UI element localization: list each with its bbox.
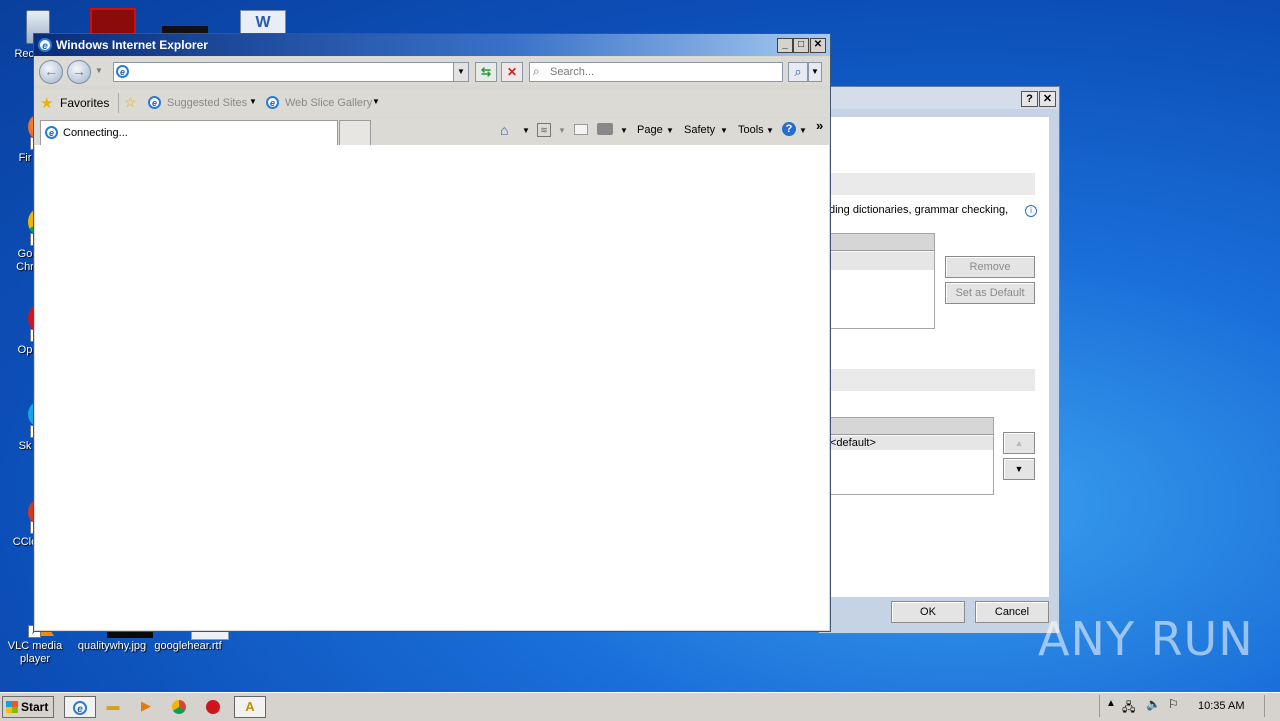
ie-window-title: Windows Internet Explorer bbox=[56, 38, 208, 52]
safety-menu[interactable]: Safety bbox=[684, 124, 715, 136]
favorites-bar: ★ Favorites ☆ e Suggested Sites ▼ e Web … bbox=[34, 89, 830, 117]
ie-titlebar[interactable]: e Windows Internet Explorer _ □ ✕ bbox=[34, 34, 830, 56]
list-selected-row[interactable] bbox=[830, 252, 934, 270]
stop-icon[interactable]: ✕ bbox=[501, 62, 523, 82]
dialog-content-panel: ding dictionaries, grammar checking, i R… bbox=[829, 117, 1049, 597]
page-content-area[interactable] bbox=[35, 145, 829, 630]
network-icon[interactable]: 🖧 bbox=[1122, 698, 1135, 719]
show-hidden-icons[interactable]: ▲ bbox=[1106, 698, 1116, 709]
address-bar[interactable]: e ▼ bbox=[113, 62, 469, 82]
help-icon[interactable]: ? bbox=[782, 122, 796, 136]
desktop-icon-label: googlehear.rtf bbox=[154, 640, 222, 652]
add-to-favorites-icon[interactable]: ☆ bbox=[124, 94, 137, 111]
print-icon[interactable] bbox=[597, 123, 613, 135]
minimize-button[interactable]: _ bbox=[777, 38, 793, 53]
address-dropdown-icon[interactable]: ▼ bbox=[453, 63, 468, 81]
forward-button[interactable]: → bbox=[67, 60, 91, 84]
language-list[interactable]: <default> bbox=[829, 417, 994, 495]
suggested-sites-link[interactable]: Suggested Sites bbox=[167, 97, 247, 109]
volume-icon[interactable]: 🔈 bbox=[1146, 697, 1161, 711]
section-header-bar bbox=[829, 369, 1035, 391]
home-icon[interactable]: ⌂ bbox=[500, 122, 508, 138]
web-slice-gallery-link[interactable]: Web Slice Gallery bbox=[285, 97, 372, 109]
ok-button[interactable]: OK bbox=[891, 601, 965, 623]
recent-pages-dropdown-icon[interactable]: ▼ bbox=[95, 66, 103, 75]
desktop-icon-label: qualitywhy.jpg bbox=[77, 640, 147, 652]
windows-logo-icon bbox=[6, 701, 18, 713]
print-dropdown-icon[interactable]: ▼ bbox=[620, 126, 628, 135]
opera-taskbar-icon[interactable] bbox=[200, 696, 226, 716]
more-commands-chevron[interactable]: » bbox=[816, 118, 823, 133]
taskbar: Start e ▬ ▶ A ▲ 🖧 🔈 ⚐ 10:35 AM bbox=[0, 692, 1280, 721]
tools-menu[interactable]: Tools bbox=[738, 124, 764, 136]
browser-tab[interactable]: e Connecting... bbox=[40, 120, 338, 145]
web-slice-dropdown-icon[interactable]: ▼ bbox=[372, 97, 380, 106]
taskbar-ie-button[interactable]: e bbox=[64, 696, 96, 718]
options-dialog: ? ✕ ding dictionaries, grammar checking,… bbox=[818, 86, 1060, 634]
page-menu-dropdown-icon: ▼ bbox=[666, 126, 674, 135]
search-magnifier-icon: ⌕ bbox=[533, 64, 540, 78]
safety-menu-dropdown-icon: ▼ bbox=[720, 126, 728, 135]
internet-explorer-window: e Windows Internet Explorer _ □ ✕ ← → ▼ … bbox=[33, 33, 831, 632]
home-dropdown-icon[interactable]: ▼ bbox=[522, 126, 530, 135]
command-bar: e Connecting... ⌂ ▼ ≋ ▼ ▼ Page ▼ Safety … bbox=[34, 118, 830, 145]
taskbar-dialog-button[interactable]: A bbox=[234, 696, 266, 718]
remove-button[interactable]: Remove bbox=[945, 256, 1035, 278]
start-label: Start bbox=[21, 700, 49, 714]
ie-logo-icon: e bbox=[38, 38, 52, 52]
help-dropdown-icon[interactable]: ▼ bbox=[799, 126, 807, 135]
system-tray: ▲ 🖧 🔈 ⚐ 10:35 AM bbox=[1099, 695, 1280, 717]
tab-title: Connecting... bbox=[63, 127, 128, 139]
chrome-taskbar-icon[interactable] bbox=[166, 696, 192, 716]
move-down-button[interactable]: ▼ bbox=[1003, 458, 1035, 480]
search-box[interactable]: ⌕ Search... bbox=[529, 62, 783, 82]
tools-menu-dropdown-icon: ▼ bbox=[766, 126, 774, 135]
desktop-icon-label: VLC media player bbox=[7, 640, 63, 665]
page-menu[interactable]: Page bbox=[637, 124, 663, 136]
back-button[interactable]: ← bbox=[39, 60, 63, 84]
set-as-default-button[interactable]: Set as Default bbox=[945, 282, 1035, 304]
action-center-flag-icon[interactable]: ⚐ bbox=[1168, 697, 1179, 711]
maximize-button[interactable]: □ bbox=[793, 38, 809, 53]
list-header bbox=[830, 418, 993, 435]
explorer-folder-icon[interactable]: ▬ bbox=[100, 696, 126, 716]
favorites-star-icon: ★ bbox=[40, 95, 54, 112]
search-options-dropdown-icon[interactable]: ▼ bbox=[808, 62, 822, 82]
tab-page-icon: e bbox=[45, 126, 58, 139]
section-header-bar bbox=[829, 173, 1035, 195]
refresh-icon[interactable]: ⇆ bbox=[475, 62, 497, 82]
dialog-close-button[interactable]: ✕ bbox=[1039, 91, 1056, 107]
ie-navigation-bar: ← → ▼ e ▼ ⇆ ✕ ⌕ Search... ⌕ ▼ bbox=[34, 57, 830, 85]
suggested-sites-dropdown-icon[interactable]: ▼ bbox=[249, 97, 257, 106]
divider bbox=[118, 93, 119, 113]
media-player-icon[interactable]: ▶ bbox=[133, 696, 159, 716]
ie-icon: e bbox=[73, 700, 87, 715]
dialog-help-button[interactable]: ? bbox=[1021, 91, 1038, 107]
move-up-button[interactable]: ▲ bbox=[1003, 432, 1035, 454]
list-item-default[interactable]: <default> bbox=[830, 436, 993, 450]
list-header bbox=[830, 234, 934, 251]
feeds-dropdown-icon[interactable]: ▼ bbox=[558, 126, 566, 135]
clock[interactable]: 10:35 AM bbox=[1198, 700, 1244, 712]
desktop-icon-label: Sk bbox=[18, 440, 32, 452]
dialog-description: ding dictionaries, grammar checking, bbox=[829, 204, 1009, 216]
info-icon[interactable]: i bbox=[1025, 205, 1037, 217]
suggested-sites-icon: e bbox=[148, 96, 161, 109]
show-desktop-button[interactable] bbox=[1264, 695, 1279, 717]
feeds-icon[interactable]: ≋ bbox=[537, 123, 551, 137]
close-button[interactable]: ✕ bbox=[810, 38, 826, 53]
start-button[interactable]: Start bbox=[2, 696, 54, 718]
page-icon: e bbox=[116, 65, 129, 78]
proofing-list[interactable] bbox=[829, 233, 935, 329]
web-slice-icon: e bbox=[266, 96, 279, 109]
read-mail-icon[interactable] bbox=[574, 124, 588, 135]
favorites-button[interactable]: Favorites bbox=[60, 96, 109, 110]
desktop-icon-label: Go Chr bbox=[16, 248, 34, 273]
search-go-icon[interactable]: ⌕ bbox=[788, 62, 808, 82]
desktop-icon-label: Fir bbox=[18, 152, 32, 164]
search-input[interactable]: Search... bbox=[550, 66, 594, 78]
anyrun-watermark: ANY RUN bbox=[1038, 612, 1254, 666]
desktop-icon-label: Op bbox=[17, 344, 33, 356]
new-tab-button[interactable] bbox=[339, 120, 371, 145]
